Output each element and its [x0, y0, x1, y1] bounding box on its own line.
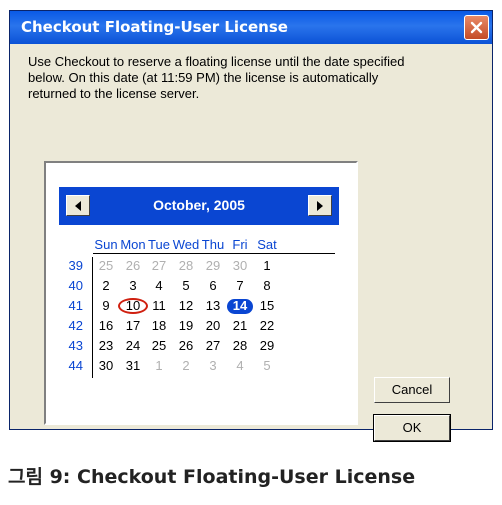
ok-button[interactable]: OK [373, 414, 451, 442]
calendar-panel: October, 2005 Sun Mon Tue Wed Thu Fri Sat 39 25 2… [44, 161, 358, 425]
day-of-week-label: Sat [257, 237, 277, 252]
week-number: 44 [68, 358, 83, 373]
week-number: 39 [68, 258, 83, 273]
figure-caption: 그림 9: Checkout Floating-User License [8, 466, 416, 488]
cancel-button[interactable]: Cancel [374, 377, 450, 403]
close-icon [470, 21, 483, 34]
day-cell[interactable]: 29 [250, 338, 284, 353]
next-month-button[interactable] [308, 195, 332, 216]
day-cell[interactable]: 22 [250, 318, 284, 333]
week-number: 40 [68, 278, 83, 293]
day-of-week-label: Thu [201, 237, 225, 252]
description-text: Use Checkout to reserve a floating licen… [28, 54, 405, 101]
day-cell[interactable]: 8 [250, 278, 284, 293]
day-cell[interactable]: 5 [250, 358, 284, 373]
week-number: 42 [68, 318, 83, 333]
dialog-title: Checkout Floating-User License [21, 18, 288, 36]
day-of-week-label: Fri [232, 237, 248, 252]
right-triangle-icon [317, 200, 323, 211]
calendar-header: October, 2005 [59, 187, 339, 225]
day-header-divider [93, 253, 335, 254]
week-number: 43 [68, 338, 83, 353]
day-of-week-label: Mon [120, 237, 146, 252]
month-title: October, 2005 [153, 197, 245, 213]
day-of-week-label: Wed [172, 237, 200, 252]
day-of-week-label: Tue [148, 237, 170, 252]
close-button[interactable] [464, 15, 489, 40]
day-cell[interactable]: 1 [250, 258, 284, 273]
week-number: 41 [68, 298, 83, 313]
checkout-dialog: Checkout Floating-User License Use Check… [9, 10, 493, 442]
title-bar[interactable]: Checkout Floating-User License [10, 11, 492, 44]
day-of-week-label: Sun [94, 237, 118, 252]
day-cell[interactable]: 15 [250, 298, 284, 313]
week-number-divider [92, 257, 93, 378]
